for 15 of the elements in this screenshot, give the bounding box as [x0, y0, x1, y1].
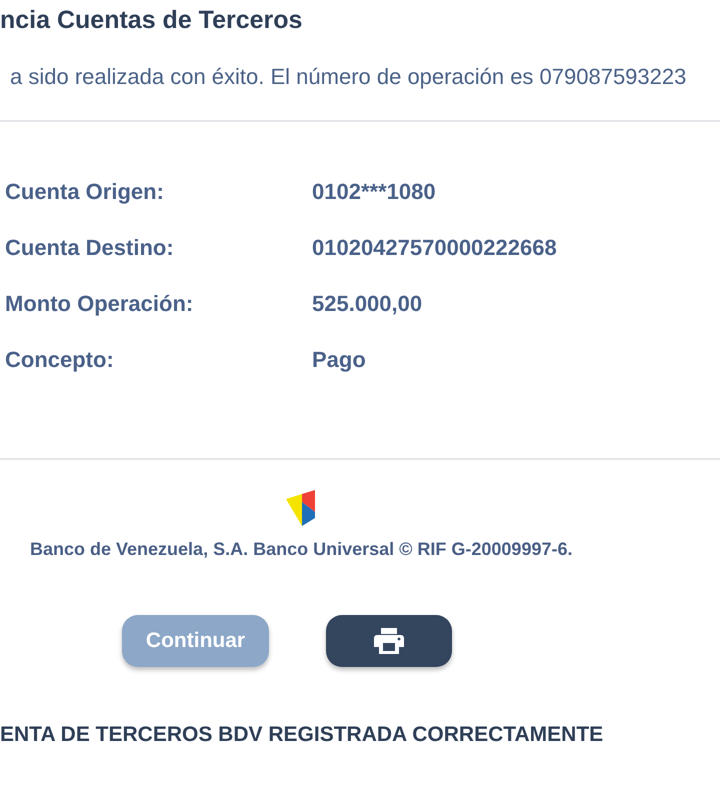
print-button[interactable] [326, 615, 452, 667]
bank-logo-icon [286, 490, 317, 526]
confirmation-notice: ENTA DE TERCEROS BDV REGISTRADA CORRECTAMENTE [0, 722, 604, 748]
detail-value: 525.000,00 [312, 290, 422, 318]
page-title: ncia Cuentas de Terceros [0, 5, 302, 36]
detail-value: Pago [312, 346, 366, 374]
success-message: a sido realizada con éxito. El número de operación es 079087593223 [10, 64, 686, 90]
detail-value: 0102***1080 [312, 178, 436, 206]
printer-icon [374, 628, 404, 654]
detail-label: Concepto: [5, 346, 114, 372]
detail-label: Cuenta Destino: [5, 234, 174, 260]
footer-text: Banco de Venezuela, S.A. Banco Universal © RIF G-20009997-6. [30, 539, 572, 559]
detail-value: 01020427570000222668 [312, 234, 557, 262]
detail-label: Cuenta Origen: [5, 178, 164, 204]
detail-label: Monto Operación: [5, 290, 194, 316]
